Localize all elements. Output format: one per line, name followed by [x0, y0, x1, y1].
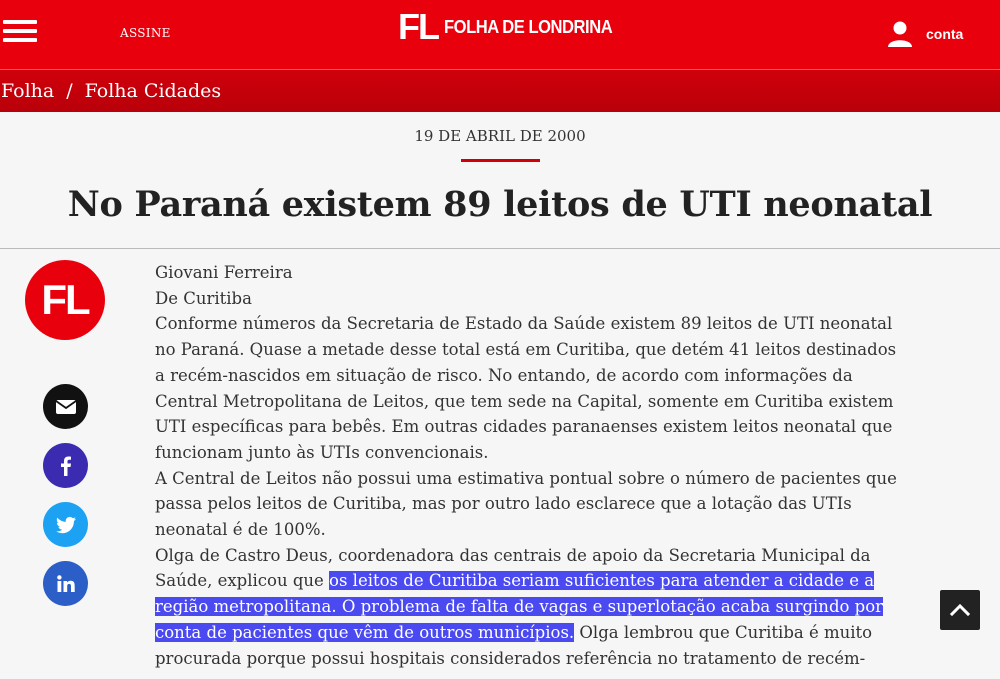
linkedin-icon: [56, 574, 75, 592]
breadcrumb-separator: /: [66, 80, 73, 102]
user-icon: [888, 21, 912, 47]
logo-mark: FL: [398, 6, 440, 47]
share-email-button[interactable]: [43, 384, 88, 429]
logo-name: FOLHA DE LONDRINA: [443, 16, 613, 37]
avatar-logo-text: FL: [41, 276, 90, 323]
article-body: Giovani Ferreira De Curitiba Conforme nú…: [155, 260, 900, 671]
account-label: conta: [926, 26, 964, 42]
article-author: Giovani Ferreira: [155, 263, 293, 282]
share-twitter-button[interactable]: [43, 502, 88, 547]
back-to-top-button[interactable]: [940, 590, 980, 630]
twitter-icon: [55, 516, 76, 533]
date-divider: [461, 159, 540, 162]
breadcrumb: Folha / Folha Cidades: [0, 69, 1000, 112]
subscribe-link[interactable]: ASSINE: [120, 26, 171, 40]
breadcrumb-item-folha[interactable]: Folha: [1, 80, 54, 102]
facebook-icon: [60, 456, 71, 476]
breadcrumb-item-folha-cidades[interactable]: Folha Cidades: [85, 80, 222, 102]
article-paragraph-1: Conforme números da Secretaria de Estado…: [155, 314, 897, 462]
title-divider: [0, 248, 1000, 249]
menu-icon[interactable]: [3, 20, 37, 42]
chevron-up-icon: [949, 603, 971, 617]
site-logo[interactable]: FL FOLHA DE LONDRINA: [398, 6, 627, 47]
article-location: De Curitiba: [155, 288, 252, 308]
share-linkedin-button[interactable]: [43, 561, 88, 606]
share-facebook-button[interactable]: [43, 443, 88, 488]
email-icon: [54, 399, 77, 414]
top-navigation-bar: ASSINE FL FOLHA DE LONDRINA conta: [0, 0, 1000, 69]
article-date: 19 DE ABRIL DE 2000: [414, 127, 586, 145]
author-avatar: FL: [25, 260, 105, 340]
article-paragraph-3: Olga de Castro Deus, coordenadora das ce…: [155, 543, 900, 672]
article-title: No Paraná existem 89 leitos de UTI neona…: [67, 184, 933, 225]
article-paragraph-2: A Central de Leitos não possui uma estim…: [155, 468, 897, 540]
account-button[interactable]: conta: [886, 20, 963, 48]
